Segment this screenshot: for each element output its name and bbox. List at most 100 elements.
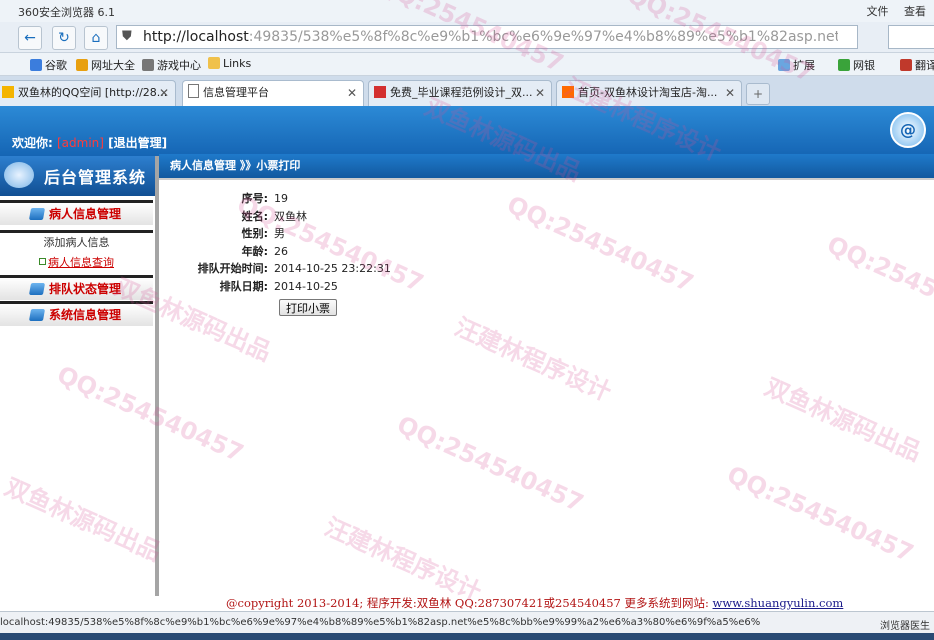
page-icon: [188, 84, 199, 98]
ticket-detail: 序号: 19 姓名: 双鱼林 性别: 男 年龄: 26 排队开始时间: 2014-10-2…: [170, 190, 391, 295]
search-input[interactable]: [888, 25, 934, 49]
menu-view[interactable]: 查看: [904, 5, 926, 18]
watermark: 汪建林程序设计: [450, 312, 616, 407]
field-label: 姓名:: [241, 209, 268, 223]
back-arrow-icon[interactable]: ←: [18, 26, 42, 50]
fav-label: 网银: [853, 59, 875, 72]
field-label: 排队日期:: [219, 279, 268, 293]
extensions-button[interactable]: 扩展: [778, 57, 815, 73]
sidebar-item-add-patient[interactable]: 添加病人信息: [0, 230, 153, 253]
footer: @copyright 2013-2014; 程序开发:双鱼林 QQ:287307…: [226, 595, 843, 611]
status-bar: localhost:49835/538%e5%8f%8c%e9%b1%bc%e6…: [0, 611, 934, 634]
field-value: 男: [274, 227, 285, 240]
watermark: 汪建林程序设计: [320, 512, 486, 607]
site-link[interactable]: www.shuangyulin.com: [713, 596, 844, 610]
copyright-text: @copyright 2013-2014; 程序开发:双鱼林 QQ:287307…: [226, 596, 709, 610]
field-label: 排队开始时间:: [197, 262, 268, 275]
tab-label: 信息管理平台: [203, 86, 269, 99]
close-icon[interactable]: ✕: [725, 81, 735, 105]
close-icon[interactable]: ✕: [159, 81, 169, 105]
watermark: QQ:254540457: [822, 230, 934, 338]
field-row: 姓名: 双鱼林: [170, 208, 391, 226]
field-value: 26: [274, 244, 288, 258]
field-value: 19: [274, 192, 288, 205]
browser-menu: 文件 查看: [855, 3, 927, 19]
menu-file[interactable]: 文件: [867, 5, 889, 18]
shield-check-icon: [838, 59, 850, 71]
fav-label: 谷歌: [45, 59, 67, 72]
sub-item-label: 病人信息查询: [48, 256, 114, 269]
menu-label: 系统信息管理: [49, 308, 122, 322]
fav-links[interactable]: Links: [208, 57, 251, 70]
folder-icon: [208, 57, 220, 69]
current-user: [admin]: [57, 136, 104, 150]
browser-title-bar: 360安全浏览器 6.1 文件 查看: [0, 0, 934, 22]
fav-label: 扩展: [793, 59, 815, 72]
fav-label: 翻译: [915, 59, 934, 72]
field-row: 序号: 19: [170, 190, 391, 208]
welcome-bar: 欢迎你: [admin] [退出管理]: [12, 134, 167, 151]
gamepad-icon: [142, 59, 154, 71]
system-title: 后台管理系统: [44, 168, 147, 187]
menu-label: 病人信息管理: [49, 207, 122, 221]
fav-label: 游戏中心: [157, 59, 201, 72]
google-icon: [30, 59, 42, 71]
new-tab-button[interactable]: +: [746, 83, 770, 105]
shield-icon: ⛊: [122, 29, 132, 44]
taobao-icon: [562, 86, 574, 98]
refresh-icon[interactable]: ↻: [52, 26, 76, 50]
close-icon[interactable]: ✕: [347, 81, 357, 105]
tab-info-platform[interactable]: 信息管理平台 ✕: [182, 80, 364, 107]
address-row: ← ↻ ⌂ ⛊ http://localhost:49835/538%e5%8f…: [0, 22, 934, 53]
field-row: 排队日期: 2014-10-25: [170, 278, 391, 296]
earth-icon: [4, 162, 34, 188]
menu-label: 排队状态管理: [49, 282, 122, 296]
logout-link[interactable]: [退出管理]: [108, 136, 167, 150]
folder-icon: [28, 208, 46, 220]
menu-system-info[interactable]: 系统信息管理: [0, 301, 153, 326]
watermark: 双鱼林源码出品: [760, 372, 926, 467]
translate-button[interactable]: 翻译: [900, 57, 934, 73]
field-row: 年龄: 26: [170, 243, 391, 261]
watermark: QQ:254540457: [392, 410, 588, 518]
tab-qq-space[interactable]: 双鱼林的QQ空间 [http://28... ✕: [0, 80, 176, 106]
tab-bar: 双鱼林的QQ空间 [http://28... ✕ 信息管理平台 ✕ 免费_毕业课程范…: [0, 76, 934, 107]
welcome-label: 欢迎你:: [12, 136, 53, 150]
sidebar: 后台管理系统 病人信息管理 添加病人信息 病人信息查询 排队状态管理 系统信息管…: [0, 156, 159, 596]
tab-label: 免费_毕业课程范例设计_双...: [390, 86, 533, 99]
logo-icon: @: [890, 112, 926, 148]
address-bar[interactable]: ⛊ http://localhost:49835/538%e5%8f%8c%e9…: [116, 25, 858, 49]
fav-games[interactable]: 游戏中心: [142, 57, 201, 73]
bank-button[interactable]: 网银: [838, 57, 875, 73]
tab-free-course[interactable]: 免费_毕业课程范例设计_双... ✕: [368, 80, 552, 106]
fav-google[interactable]: 谷歌: [30, 57, 67, 73]
tab-label: 双鱼林的QQ空间 [http://28...: [18, 86, 168, 99]
address-url[interactable]: http://localhost:49835/538%e5%8f%8c%e9%b…: [143, 29, 838, 45]
menu-queue-status[interactable]: 排队状态管理: [0, 275, 153, 300]
tab-taobao-shop[interactable]: 首页-双鱼林设计淘宝店-淘... ✕: [556, 80, 742, 106]
translate-icon: [900, 59, 912, 71]
fav-sites[interactable]: 网址大全: [76, 57, 135, 73]
field-label: 序号:: [241, 192, 268, 205]
sub-item-label: 添加病人信息: [43, 236, 110, 249]
menu-patient-info[interactable]: 病人信息管理: [0, 200, 153, 225]
folder-icon: [28, 283, 46, 295]
fav-label: 网址大全: [91, 59, 135, 72]
watermark: QQ:254540457: [722, 460, 918, 568]
tab-label: 首页-双鱼林设计淘宝店-淘...: [578, 86, 718, 99]
home-icon[interactable]: ⌂: [84, 26, 108, 50]
breadcrumb-bar: 病人信息管理 》》小票打印: [159, 154, 934, 180]
fav-label: Links: [223, 57, 252, 70]
field-value: 双鱼林: [274, 209, 307, 223]
sidebar-logo: 后台管理系统: [0, 156, 155, 196]
field-value: 2014-10-25 23:22:31: [274, 262, 391, 275]
sidebar-item-query-patient[interactable]: 病人信息查询: [0, 253, 153, 273]
status-url: localhost:49835/538%e5%8f%8c%e9%b1%bc%e6…: [0, 617, 760, 628]
close-icon[interactable]: ✕: [535, 81, 545, 105]
field-row: 排队开始时间: 2014-10-25 23:22:31: [170, 260, 391, 278]
puzzle-icon: [778, 59, 790, 71]
browser-doctor-button[interactable]: 浏览器医生: [880, 617, 930, 632]
field-label: 性别:: [241, 227, 268, 240]
bullet-icon: [39, 258, 46, 265]
print-ticket-button[interactable]: 打印小票: [279, 299, 337, 316]
